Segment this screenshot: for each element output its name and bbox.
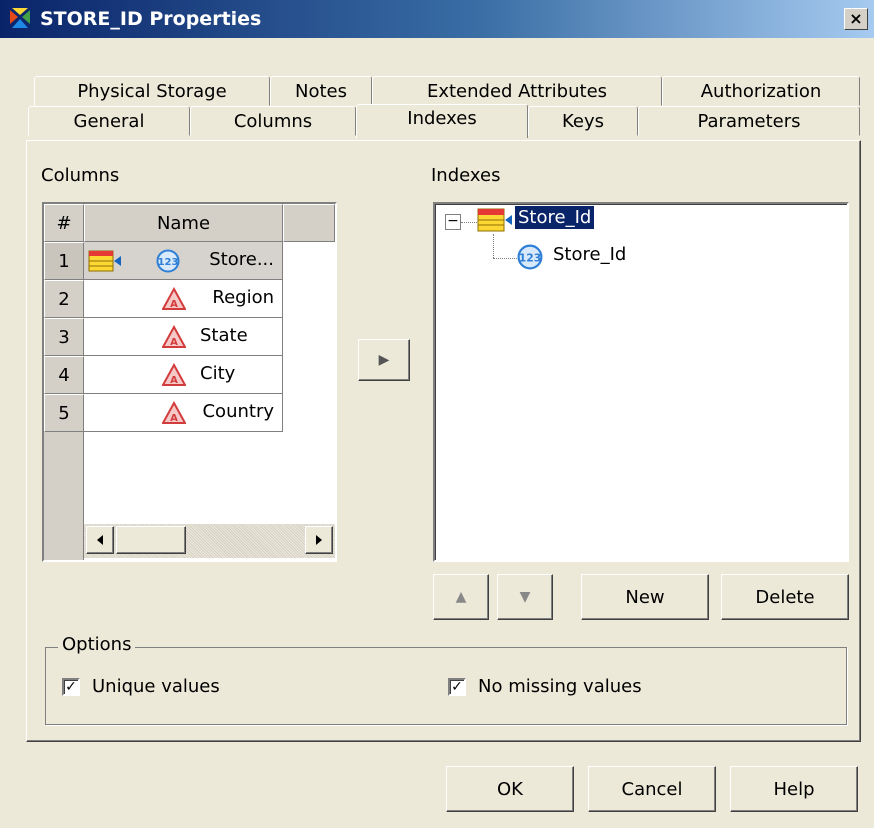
- collapse-toggle[interactable]: −: [445, 214, 461, 230]
- arrow-left-icon: [97, 535, 103, 545]
- no-missing-values-checkbox[interactable]: ✓: [448, 678, 466, 696]
- tab-parameters[interactable]: Parameters: [638, 106, 860, 136]
- columns-grid[interactable]: # Name 1 123 Store... 2 A Region 3 A Sta…: [42, 202, 337, 562]
- table-row[interactable]: A Country: [84, 394, 283, 432]
- column-name: State: [200, 325, 248, 346]
- move-up-button[interactable]: ▲: [433, 574, 489, 620]
- grid-header-extra: [283, 204, 335, 242]
- svg-text:A: A: [170, 299, 178, 310]
- title-bar: STORE_ID Properties ×: [0, 0, 874, 38]
- properties-icon: [10, 8, 30, 28]
- tab-notes[interactable]: Notes: [270, 76, 372, 106]
- svg-text:A: A: [170, 375, 178, 386]
- help-button[interactable]: Help: [730, 766, 858, 812]
- options-title: Options: [58, 634, 136, 655]
- window-title: STORE_ID Properties: [40, 8, 262, 30]
- table-row[interactable]: A City: [84, 356, 283, 394]
- table-row[interactable]: 123 Store...: [84, 242, 283, 280]
- row-number: 2: [44, 280, 84, 318]
- scroll-thumb[interactable]: [116, 526, 186, 554]
- svg-text:A: A: [170, 337, 178, 348]
- ok-button[interactable]: OK: [446, 766, 574, 812]
- tab-indexes[interactable]: Indexes: [356, 104, 528, 138]
- svg-text:123: 123: [519, 251, 542, 264]
- tab-general[interactable]: General: [28, 106, 190, 136]
- tab-keys[interactable]: Keys: [528, 106, 638, 136]
- scroll-left-button[interactable]: [86, 526, 114, 554]
- delete-index-button[interactable]: Delete: [721, 574, 849, 620]
- column-name: Store...: [209, 249, 274, 270]
- close-button[interactable]: ×: [844, 8, 868, 30]
- indexes-label: Indexes: [431, 165, 501, 186]
- cancel-button[interactable]: Cancel: [588, 766, 716, 812]
- numeric-icon: 123: [156, 249, 180, 273]
- tab-physical-storage[interactable]: Physical Storage: [34, 76, 270, 106]
- character-icon: A: [162, 363, 186, 386]
- row-number: 4: [44, 356, 84, 394]
- column-name: Country: [202, 401, 274, 422]
- arrow-right-icon: [316, 535, 322, 545]
- svg-text:A: A: [170, 413, 178, 424]
- unique-values-checkbox[interactable]: ✓: [62, 678, 80, 696]
- svg-text:123: 123: [158, 257, 179, 268]
- index-icon: [477, 208, 512, 232]
- tab-authorization[interactable]: Authorization: [662, 76, 860, 106]
- row-number: 1: [44, 242, 84, 280]
- columns-label: Columns: [41, 165, 120, 186]
- row-gutter: [44, 432, 84, 560]
- tree-connector: [493, 258, 517, 259]
- indexes-tree[interactable]: − Store_Id 123 Store_Id: [433, 202, 849, 562]
- character-icon: A: [162, 325, 186, 348]
- grid-header-name[interactable]: Name: [84, 204, 283, 242]
- row-number: 3: [44, 318, 84, 356]
- no-missing-values-label[interactable]: No missing values: [478, 676, 642, 697]
- row-number: 5: [44, 394, 84, 432]
- table-row[interactable]: A State: [84, 318, 283, 356]
- options-group: Options ✓ Unique values ✓ No missing val…: [45, 634, 847, 725]
- character-icon: A: [162, 401, 186, 424]
- scroll-right-button[interactable]: [305, 526, 333, 554]
- move-down-button[interactable]: ▼: [497, 574, 553, 620]
- grid-header-number: #: [44, 204, 84, 242]
- new-index-button[interactable]: New: [581, 574, 709, 620]
- horizontal-scrollbar[interactable]: [84, 524, 335, 558]
- character-icon: A: [162, 287, 186, 310]
- numeric-icon: 123: [517, 244, 543, 270]
- column-name: Region: [212, 287, 274, 308]
- tab-columns[interactable]: Columns: [190, 106, 356, 136]
- tree-connector: [493, 234, 494, 258]
- add-to-index-button[interactable]: ▶: [358, 339, 410, 381]
- tab-extended-attributes[interactable]: Extended Attributes: [372, 76, 662, 106]
- indexes-panel: Columns # Name 1 123 Store... 2 A Region…: [26, 140, 861, 742]
- index-key-icon: [88, 250, 121, 272]
- index-node[interactable]: Store_Id: [513, 205, 596, 230]
- index-column-node[interactable]: Store_Id: [553, 244, 626, 265]
- unique-values-label[interactable]: Unique values: [92, 676, 220, 697]
- table-row[interactable]: A Region: [84, 280, 283, 318]
- column-name: City: [200, 363, 236, 384]
